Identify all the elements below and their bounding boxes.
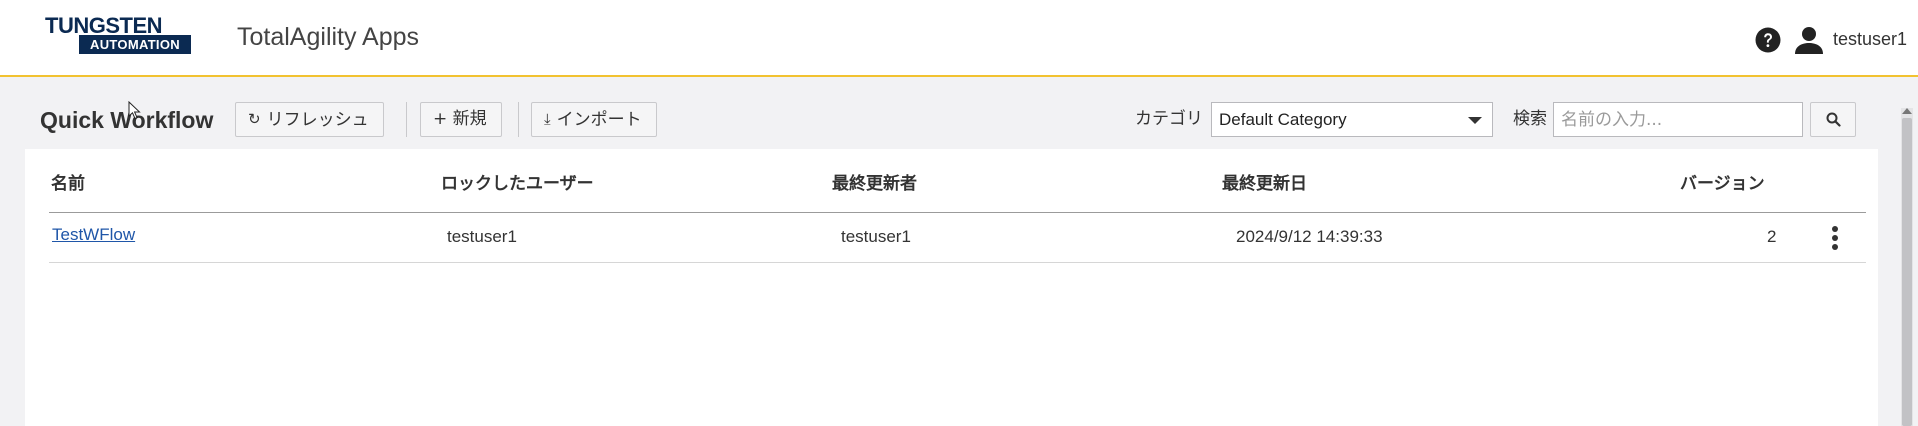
- refresh-button[interactable]: ↻ リフレッシュ: [235, 102, 384, 137]
- tungsten-logo[interactable]: TUNGSTEN AUTOMATION: [45, 13, 191, 54]
- person-icon[interactable]: [1793, 24, 1825, 56]
- version-cell: 2: [1767, 227, 1777, 246]
- column-header-locked-by[interactable]: ロックしたユーザー: [441, 172, 594, 196]
- app-title: TotalAgility Apps: [237, 23, 420, 51]
- logo-text-top: TUNGSTEN: [45, 13, 163, 38]
- import-button-label: インポート: [556, 110, 642, 130]
- column-header-name[interactable]: 名前: [51, 172, 85, 196]
- column-header-last-modified-date[interactable]: 最終更新日: [1222, 172, 1307, 196]
- chevron-down-icon: [1468, 117, 1482, 124]
- last-modified-by-cell: testuser1: [841, 227, 911, 246]
- toolbar-divider: [406, 102, 407, 137]
- table-header-divider: [49, 212, 1866, 213]
- import-button[interactable]: ⤓ インポート: [531, 102, 657, 137]
- download-icon: ⤓: [544, 110, 551, 128]
- refresh-icon: ↻: [248, 110, 261, 128]
- refresh-button-label: リフレッシュ: [266, 110, 369, 130]
- scrollbar-thumb[interactable]: [1902, 118, 1912, 426]
- table-row-divider: [49, 262, 1866, 263]
- column-header-last-modified-by[interactable]: 最終更新者: [832, 172, 917, 196]
- question-circle-icon[interactable]: [1755, 27, 1781, 53]
- last-modified-date-cell: 2024/9/12 14:39:33: [1236, 227, 1383, 246]
- new-button-label: + 新規: [433, 109, 487, 129]
- category-label: カテゴリ: [1135, 109, 1203, 129]
- more-options-icon[interactable]: [1826, 225, 1844, 251]
- page-title: Quick Workflow: [40, 107, 214, 133]
- search-button[interactable]: [1810, 102, 1856, 137]
- toolbar-divider: [518, 102, 519, 137]
- category-select[interactable]: Default Category: [1211, 102, 1493, 137]
- username-label[interactable]: testuser1: [1833, 27, 1907, 51]
- scroll-up-arrow-icon[interactable]: [1902, 108, 1912, 114]
- workflow-name-link[interactable]: TestWFlow: [52, 223, 135, 247]
- column-header-version[interactable]: バージョン: [1680, 172, 1765, 196]
- mouse-cursor-icon: [128, 101, 141, 120]
- content-panel: [25, 149, 1878, 426]
- new-button[interactable]: + 新規: [420, 102, 502, 137]
- vertical-scrollbar[interactable]: [1901, 108, 1913, 426]
- search-icon: [1826, 112, 1841, 127]
- locked-by-cell: testuser1: [447, 227, 517, 246]
- top-bar: TUNGSTEN AUTOMATION TotalAgility Apps te…: [0, 0, 1918, 77]
- search-input[interactable]: [1553, 102, 1803, 137]
- search-label: 検索: [1513, 109, 1547, 129]
- logo-text-bottom: AUTOMATION: [79, 35, 191, 54]
- category-select-value: Default Category: [1219, 110, 1347, 129]
